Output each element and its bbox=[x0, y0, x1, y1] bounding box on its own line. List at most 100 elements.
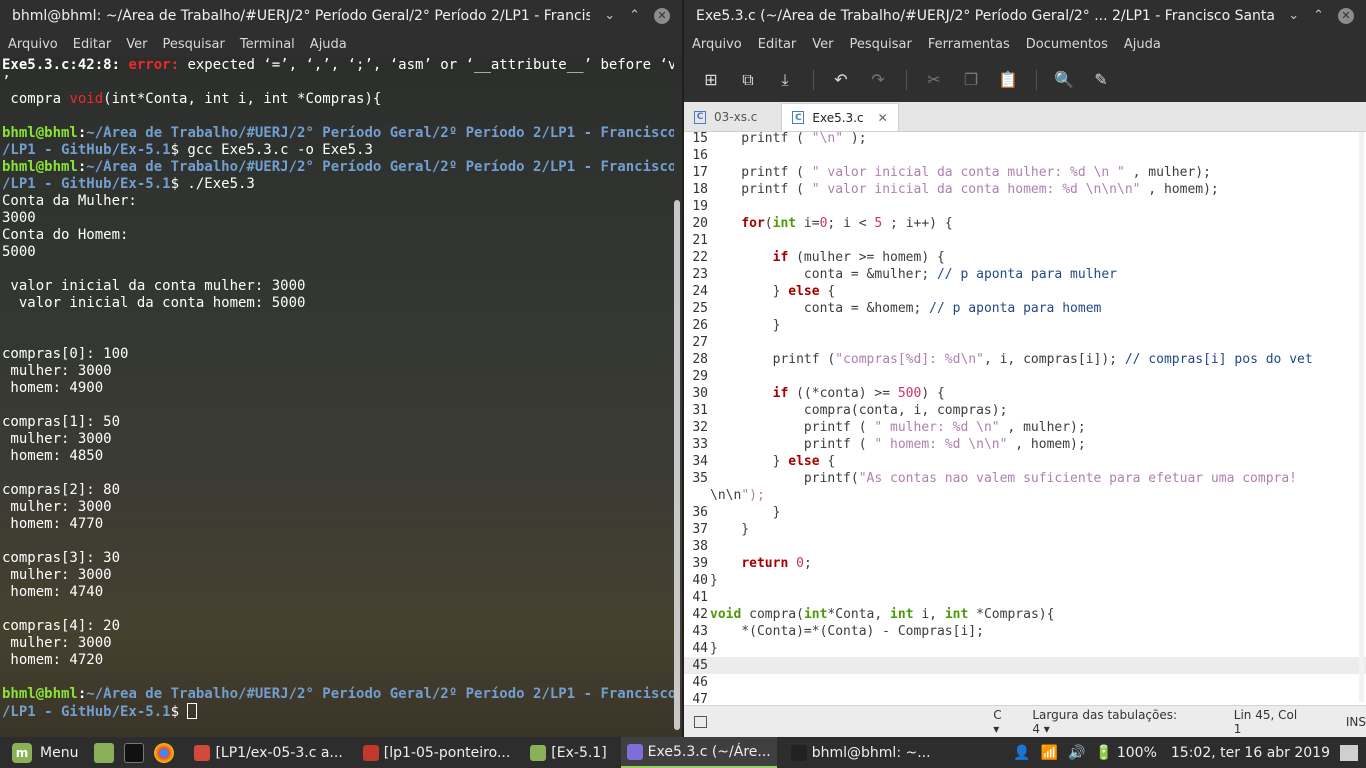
code-line[interactable]: 29 bbox=[684, 368, 1366, 385]
battery-icon[interactable]: 🔋 bbox=[1095, 745, 1112, 761]
menu-ajuda[interactable]: Ajuda bbox=[1124, 37, 1161, 52]
code-line[interactable]: 20 for(int i=0; i < 5 ; i++) { bbox=[684, 215, 1366, 232]
code-line[interactable]: 40} bbox=[684, 572, 1366, 589]
code-line[interactable]: 36 } bbox=[684, 504, 1366, 521]
code-line[interactable]: 17 printf ( " valor inicial da conta mul… bbox=[684, 164, 1366, 181]
maximize-icon[interactable]: ⌃ bbox=[629, 8, 640, 23]
menu-ver[interactable]: Ver bbox=[812, 37, 833, 52]
tab-width-selector[interactable]: Largura das tabulações: 4 ▾ bbox=[1032, 708, 1187, 736]
clock[interactable]: 15:02, ter 16 abr 2019 bbox=[1171, 745, 1330, 761]
code-line[interactable]: 16 bbox=[684, 147, 1366, 164]
menu-arquivo[interactable]: Arquivo bbox=[692, 37, 742, 52]
code-line[interactable]: 18 printf ( " valor inicial da conta hom… bbox=[684, 181, 1366, 198]
tab-exe5-3[interactable]: C Exe5.3.c ✕ bbox=[781, 103, 899, 131]
code-line[interactable]: 26 } bbox=[684, 317, 1366, 334]
taskbar-window-button[interactable]: [lp1-05-ponteiro... bbox=[357, 737, 517, 768]
replace-icon[interactable]: ✎ bbox=[1088, 67, 1114, 93]
terminal-scrollbar[interactable] bbox=[674, 200, 680, 730]
terminal-launcher-icon[interactable] bbox=[124, 742, 145, 763]
output-line: mulher: 3000 bbox=[2, 499, 112, 515]
editor-titlebar[interactable]: Exe5.3.c (~/Área de Trabalho/#UERJ/2° Pe… bbox=[684, 0, 1366, 31]
code-line[interactable]: \n\n"); bbox=[684, 487, 1366, 504]
menu-ver[interactable]: Ver bbox=[126, 37, 147, 52]
menu-pesquisar[interactable]: Pesquisar bbox=[163, 37, 225, 52]
code-line[interactable]: 30 if ((*conta) >= 500) { bbox=[684, 385, 1366, 402]
user-icon[interactable]: 👤 bbox=[1013, 745, 1030, 761]
close-icon[interactable]: ✕ bbox=[654, 7, 670, 24]
close-icon[interactable]: ✕ bbox=[1338, 7, 1354, 24]
code-line[interactable]: 37 } bbox=[684, 521, 1366, 538]
minimize-icon[interactable]: ⌄ bbox=[1288, 8, 1299, 23]
code-line[interactable]: 31 compra(conta, i, compras); bbox=[684, 402, 1366, 419]
code-line[interactable]: 27 bbox=[684, 334, 1366, 351]
save-icon[interactable]: ⤓ bbox=[772, 67, 798, 93]
code-line[interactable]: 42 void compra(int*Conta, int i, int *Com… bbox=[684, 606, 1366, 623]
code-line[interactable]: 35 printf("As contas nao valem suficient… bbox=[684, 470, 1366, 487]
error-line: Exe5.3.c:42:8: error: expected ‘=’, ‘,’,… bbox=[2, 57, 674, 73]
paste-icon[interactable]: 📋 bbox=[995, 67, 1021, 93]
show-desktop-icon[interactable] bbox=[1340, 744, 1358, 761]
menu-button[interactable]: m Menu bbox=[0, 737, 84, 768]
terminal-titlebar[interactable]: bhml@bhml: ~/Área de Trabalho/#UERJ/2° P… bbox=[0, 0, 682, 31]
code-line[interactable]: 21 bbox=[684, 232, 1366, 249]
code-line[interactable]: 15 printf ( "\n" ); bbox=[684, 130, 1366, 147]
maximize-icon[interactable]: ⌃ bbox=[1313, 8, 1324, 23]
output-line: Conta do Homem: bbox=[2, 227, 129, 243]
undo-icon[interactable]: ↶ bbox=[828, 67, 854, 93]
code-line[interactable]: 22 if (mulher >= homem) { bbox=[684, 249, 1366, 266]
code-line[interactable]: 44} bbox=[684, 640, 1366, 657]
code-line[interactable]: 33 printf ( " homem: %d \n\n" , homem); bbox=[684, 436, 1366, 453]
code-line[interactable]: 25 conta = &homem; // p aponta para home… bbox=[684, 300, 1366, 317]
code-line[interactable]: 47 bbox=[684, 691, 1366, 705]
taskbar-window-button[interactable]: [Ex-5.1] bbox=[524, 737, 612, 768]
code-line[interactable]: 43 *(Conta)=*(Conta) - Compras[i]; bbox=[684, 623, 1366, 640]
tab-label: Exe5.3.c bbox=[812, 110, 864, 125]
tab-close-icon[interactable]: ✕ bbox=[878, 111, 888, 125]
menu-ajuda[interactable]: Ajuda bbox=[310, 37, 347, 52]
new-document-icon[interactable]: ⊞ bbox=[698, 67, 724, 93]
terminal-menubar: Arquivo Editar Ver Pesquisar Terminal Aj… bbox=[0, 31, 682, 57]
line-number: 41 bbox=[692, 590, 708, 605]
code-line[interactable]: 34 } else { bbox=[684, 453, 1366, 470]
code-line[interactable]: 24 } else { bbox=[684, 283, 1366, 300]
volume-icon[interactable]: 🔊 bbox=[1068, 745, 1085, 761]
editor-scrollbar[interactable] bbox=[1359, 132, 1364, 702]
code-line[interactable]: 19 bbox=[684, 198, 1366, 215]
code-line[interactable]: 23 conta = &mulher; // p aponta para mul… bbox=[684, 266, 1366, 283]
minimize-icon[interactable]: ⌄ bbox=[604, 8, 615, 23]
open-document-icon[interactable]: ⧉ bbox=[735, 67, 761, 93]
chrome-launcher-icon[interactable] bbox=[154, 742, 175, 763]
files-launcher-icon[interactable] bbox=[94, 742, 115, 763]
taskbar-window-button[interactable]: [LP1/ex-05-3.c a... bbox=[188, 737, 348, 768]
code-line[interactable]: 38 bbox=[684, 538, 1366, 555]
tab-03-xs[interactable]: C 03-xs.c bbox=[684, 103, 781, 131]
menu-pesquisar[interactable]: Pesquisar bbox=[850, 37, 912, 52]
network-icon[interactable]: 📶 bbox=[1041, 745, 1058, 761]
side-panel-toggle-icon[interactable] bbox=[694, 715, 708, 728]
menu-arquivo[interactable]: Arquivo bbox=[8, 37, 58, 52]
copy-icon[interactable]: ❐ bbox=[958, 67, 984, 93]
output-line: 3000 bbox=[2, 210, 36, 226]
menu-documentos[interactable]: Documentos bbox=[1026, 37, 1108, 52]
terminal-screen[interactable]: Exe5.3.c:42:8: error: expected ‘=’, ‘,’,… bbox=[0, 57, 674, 737]
cut-icon[interactable]: ✂ bbox=[921, 67, 947, 93]
menu-editar[interactable]: Editar bbox=[758, 37, 797, 52]
code-line[interactable]: 45 bbox=[684, 657, 1366, 674]
code-line[interactable]: 46 bbox=[684, 674, 1366, 691]
menu-editar[interactable]: Editar bbox=[73, 37, 112, 52]
taskbar-window-button[interactable]: bhml@bhml: ~... bbox=[785, 737, 937, 768]
menu-terminal[interactable]: Terminal bbox=[240, 37, 295, 52]
code-line[interactable]: 41 bbox=[684, 589, 1366, 606]
taskbar-window-button[interactable]: Exe5.3.c (~/Áre... bbox=[620, 737, 777, 768]
line-number: 42 bbox=[692, 607, 708, 622]
code-line[interactable]: 39 return 0; bbox=[684, 555, 1366, 572]
code-line[interactable]: 28 printf ("compras[%d]: %d\n", i, compr… bbox=[684, 351, 1366, 368]
redo-icon[interactable]: ↷ bbox=[865, 67, 891, 93]
code-editor[interactable]: 15 printf ( "\n" ); 16 17 printf ( " valor… bbox=[684, 130, 1366, 705]
menu-ferramentas[interactable]: Ferramentas bbox=[928, 37, 1010, 52]
language-selector[interactable]: C ▾ bbox=[993, 708, 1010, 736]
code-line[interactable]: 32 printf ( " mulher: %d \n" , mulher); bbox=[684, 419, 1366, 436]
search-icon[interactable]: 🔍 bbox=[1051, 67, 1077, 93]
